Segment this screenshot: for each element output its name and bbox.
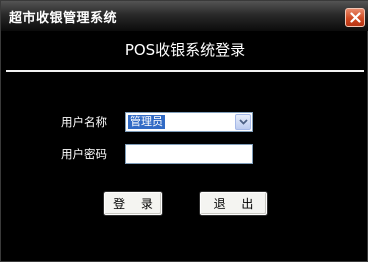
username-select-value: 管理员	[128, 115, 165, 129]
exit-button[interactable]: 退 出	[199, 191, 268, 216]
title-bar[interactable]: 超市收银管理系统	[1, 1, 368, 31]
password-input[interactable]	[125, 144, 253, 164]
login-window: 超市收银管理系统 POS收银系统登录 用户名称 管理员 用户密码 登 录 退 出	[0, 0, 368, 262]
chevron-down-icon	[238, 119, 248, 125]
window-title: 超市收银管理系统	[9, 11, 118, 26]
dropdown-button[interactable]	[235, 114, 251, 130]
close-button[interactable]	[345, 8, 365, 27]
login-button[interactable]: 登 录	[103, 191, 163, 216]
password-label: 用户密码	[61, 147, 107, 161]
close-icon	[349, 12, 361, 23]
header-divider	[6, 70, 364, 72]
username-select[interactable]: 管理员	[125, 112, 253, 132]
login-header: POS收银系统登录	[124, 41, 246, 59]
username-label: 用户名称	[61, 115, 107, 129]
